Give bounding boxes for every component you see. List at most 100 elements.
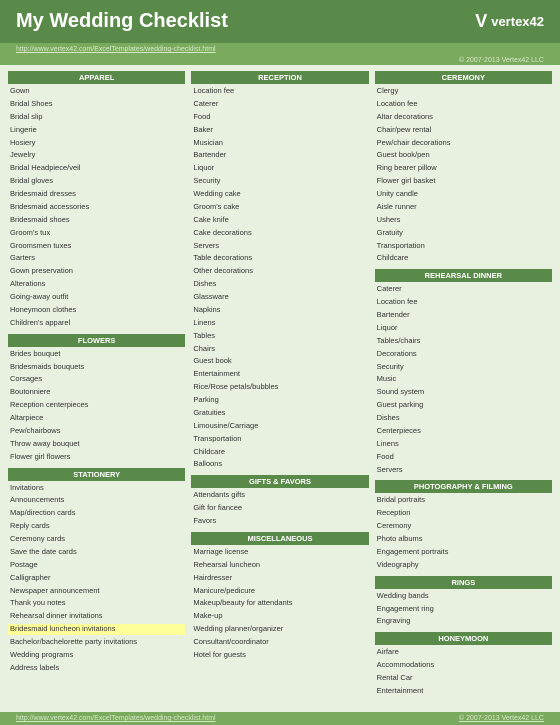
list-item: Limousine/Carriage (191, 421, 368, 432)
list-item: Accommodations (375, 660, 552, 671)
list-item: Altarpiece (8, 413, 185, 424)
list-item: Transportation (375, 241, 552, 252)
list-item: Bridesmaid dresses (8, 189, 185, 200)
list-item: Groom's tux (8, 228, 185, 239)
list-item: Groomsmen tuxes (8, 241, 185, 252)
list-item: Chair/pew rental (375, 125, 552, 136)
list-item: Napkins (191, 305, 368, 316)
list-item: Flower girl flowers (8, 452, 185, 463)
list-item: Calligrapher (8, 573, 185, 584)
list-item: Pew/chairbows (8, 426, 185, 437)
list-item: Guest book/pen (375, 150, 552, 161)
list-item: Makeup/beauty for attendants (191, 598, 368, 609)
list-item: Attendants gifts (191, 490, 368, 501)
section-header-1-2: FLOWERS (8, 334, 185, 347)
list-item: Invitations (8, 483, 185, 494)
list-item: Rice/Rose petals/bubbles (191, 382, 368, 393)
main-content: APPARELGownBridal ShoesBridal slipLinger… (0, 65, 560, 712)
list-item: Location fee (191, 86, 368, 97)
list-item: Security (191, 176, 368, 187)
list-item: Cake knife (191, 215, 368, 226)
list-item: Unity candle (375, 189, 552, 200)
list-item: Parking (191, 395, 368, 406)
list-item: Reception centerpieces (8, 400, 185, 411)
section-header-3-1: CEREMONY (375, 71, 552, 84)
list-item: Announcements (8, 495, 185, 506)
list-item: Liquor (375, 323, 552, 334)
list-item: Glassware (191, 292, 368, 303)
list-item: Bridesmaid luncheon invitations (8, 624, 185, 635)
list-item: Engagement portraits (375, 547, 552, 558)
list-item: Rehearsal dinner invitations (8, 611, 185, 622)
list-item: Caterer (375, 284, 552, 295)
list-item: Aisle runner (375, 202, 552, 213)
list-item: Rental Car (375, 673, 552, 684)
list-item: Bridesmaids bouquets (8, 362, 185, 373)
list-item: Servers (191, 241, 368, 252)
list-item: Tables (191, 331, 368, 342)
list-item: Bachelor/bachelorette party invitations (8, 637, 185, 648)
list-item: Throw away bouquet (8, 439, 185, 450)
list-item: Save the date cards (8, 547, 185, 558)
list-item: Dishes (191, 279, 368, 290)
section-header-1-1: APPAREL (8, 71, 185, 84)
list-item: Reception (375, 508, 552, 519)
list-item: Linens (375, 439, 552, 450)
section-header-3-5: HONEYMOON (375, 632, 552, 645)
list-item: Security (375, 362, 552, 373)
list-item: Favors (191, 516, 368, 527)
list-item: Food (375, 452, 552, 463)
list-item: Sound system (375, 387, 552, 398)
page-title: My Wedding Checklist (16, 10, 228, 33)
list-item: Engagement ring (375, 604, 552, 615)
list-item: Thank you notes (8, 598, 185, 609)
list-item: Garters (8, 253, 185, 264)
list-item: Map/direction cards (8, 508, 185, 519)
list-item: Reply cards (8, 521, 185, 532)
list-item: Food (191, 112, 368, 123)
list-item: Other decorations (191, 266, 368, 277)
list-item: Transportation (191, 434, 368, 445)
list-item: Chairs (191, 344, 368, 355)
list-item: Lingerie (8, 125, 185, 136)
list-item: Tables/chairs (375, 336, 552, 347)
list-item: Bartender (191, 150, 368, 161)
column-1: APPARELGownBridal ShoesBridal slipLinger… (8, 71, 185, 706)
list-item: Postage (8, 560, 185, 571)
list-item: Bridal Shoes (8, 99, 185, 110)
list-item: Decorations (375, 349, 552, 360)
list-item: Flower girl basket (375, 176, 552, 187)
list-item: Hotel for guests (191, 650, 368, 661)
list-item: Alterations (8, 279, 185, 290)
list-item: Gratuities (191, 408, 368, 419)
list-item: Videography (375, 560, 552, 571)
list-item: Jewelry (8, 150, 185, 161)
list-item: Bridal portraits (375, 495, 552, 506)
list-item: Bartender (375, 310, 552, 321)
column-2: RECEPTIONLocation feeCatererFoodBakerMus… (191, 71, 368, 706)
list-item: Altar decorations (375, 112, 552, 123)
list-item: Consultant/coordinator (191, 637, 368, 648)
list-item: Corsages (8, 374, 185, 385)
section-header-1-3: STATIONERY (8, 468, 185, 481)
list-item: Children's apparel (8, 318, 185, 329)
list-item: Location fee (375, 99, 552, 110)
list-item: Entertainment (191, 369, 368, 380)
header: My Wedding Checklist V vertex42 (0, 0, 560, 43)
list-item: Guest parking (375, 400, 552, 411)
section-header-2-1: RECEPTION (191, 71, 368, 84)
url-bar-top[interactable]: http://www.vertex42.com/ExcelTemplates/w… (0, 43, 560, 56)
list-item: Ceremony (375, 521, 552, 532)
list-item: Gift for fiancee (191, 503, 368, 514)
list-item: Musician (191, 138, 368, 149)
section-header-2-2: GIFTS & FAVORS (191, 475, 368, 488)
list-item: Ushers (375, 215, 552, 226)
list-item: Ring bearer pillow (375, 163, 552, 174)
list-item: Newspaper announcement (8, 586, 185, 597)
section-header-3-2: REHEARSAL DINNER (375, 269, 552, 282)
list-item: Bridal slip (8, 112, 185, 123)
list-item: Airfare (375, 647, 552, 658)
list-item: Going-away outfit (8, 292, 185, 303)
page: My Wedding Checklist V vertex42 http://w… (0, 0, 560, 725)
list-item: Clergy (375, 86, 552, 97)
